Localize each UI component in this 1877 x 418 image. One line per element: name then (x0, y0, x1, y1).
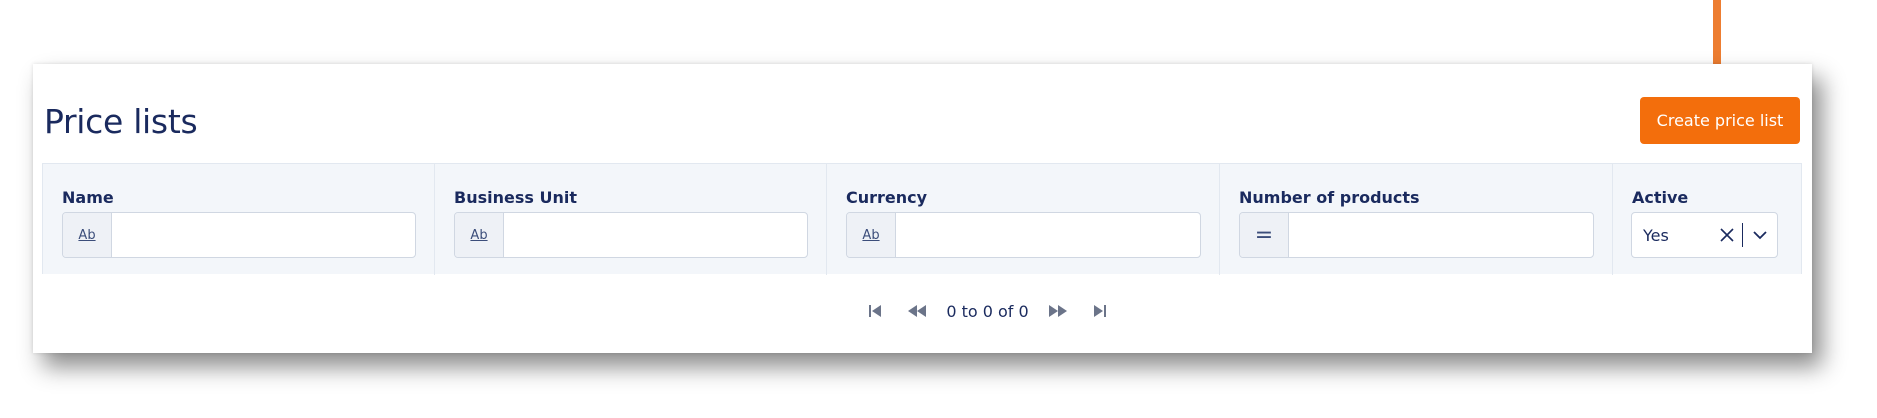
filter-name: Name Ab (43, 164, 435, 275)
text-type-chip[interactable]: Ab (847, 213, 896, 257)
page-title: Price lists (44, 102, 198, 141)
business-unit-filter-input[interactable]: Ab (454, 212, 808, 258)
page-prev-icon[interactable] (901, 297, 933, 325)
filter-label-active: Active (1632, 188, 1689, 207)
page-next-icon[interactable] (1042, 297, 1074, 325)
number-of-products-filter-input[interactable]: = (1239, 212, 1594, 258)
filter-currency: Currency Ab (827, 164, 1220, 275)
currency-filter-field[interactable] (896, 213, 1200, 257)
text-type-chip[interactable]: Ab (63, 213, 112, 257)
page-summary: 0 to 0 of 0 (946, 301, 1029, 321)
filter-label-business-unit: Business Unit (454, 188, 577, 207)
business-unit-filter-field[interactable] (504, 213, 807, 257)
filter-label-name: Name (62, 188, 114, 207)
filter-number-of-products: Number of products = (1220, 164, 1613, 275)
name-filter-input[interactable]: Ab (62, 212, 416, 258)
filter-label-currency: Currency (846, 188, 928, 207)
number-of-products-filter-field[interactable] (1289, 213, 1593, 257)
page-last-icon[interactable] (1084, 297, 1116, 325)
page-first-icon[interactable] (859, 297, 891, 325)
active-select[interactable]: Yes (1631, 212, 1778, 258)
equals-type-chip[interactable]: = (1240, 213, 1289, 257)
filter-row: Name Ab Business Unit Ab Currency Ab Num… (42, 163, 1803, 275)
filter-business-unit: Business Unit Ab (435, 164, 827, 275)
name-filter-field[interactable] (112, 213, 415, 257)
filter-label-number-of-products: Number of products (1239, 188, 1420, 207)
currency-filter-input[interactable]: Ab (846, 212, 1201, 258)
chevron-down-icon[interactable] (1743, 224, 1777, 246)
filter-active: Active Yes (1613, 164, 1803, 275)
text-type-chip[interactable]: Ab (455, 213, 504, 257)
create-price-list-button[interactable]: Create price list (1640, 97, 1800, 144)
price-lists-panel: Price lists Create price list Name Ab Bu… (33, 64, 1812, 353)
pagination: 0 to 0 of 0 (33, 293, 1812, 329)
close-icon[interactable] (1716, 224, 1738, 246)
active-selected-value: Yes (1643, 225, 1669, 245)
